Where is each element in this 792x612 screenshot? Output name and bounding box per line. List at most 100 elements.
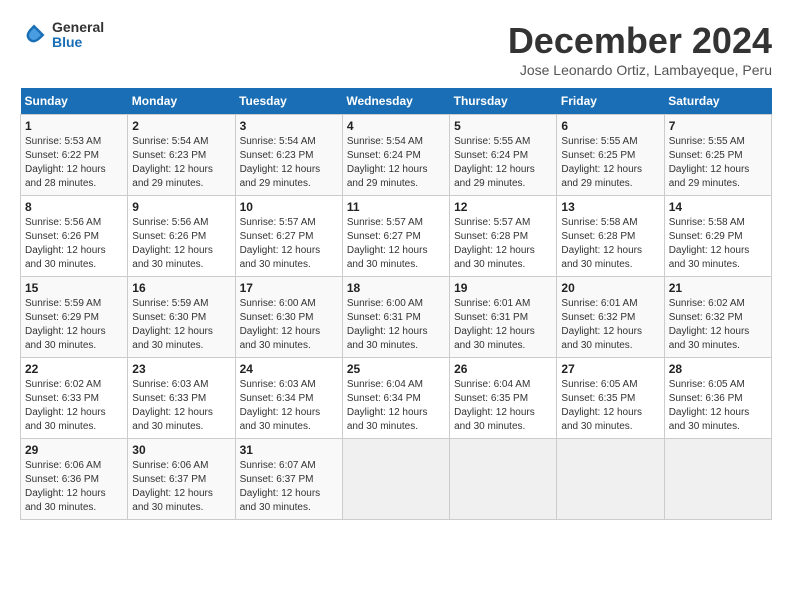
day-number: 21 xyxy=(669,281,767,295)
column-header-thursday: Thursday xyxy=(450,88,557,115)
day-content: Sunrise: 6:04 AMSunset: 6:35 PMDaylight:… xyxy=(454,378,552,434)
day-content: Sunrise: 6:01 AMSunset: 6:31 PMDaylight:… xyxy=(454,297,552,353)
calendar-day: 11 Sunrise: 5:57 AMSunset: 6:27 PMDayligh… xyxy=(342,196,449,277)
day-content: Sunrise: 5:56 AMSunset: 6:26 PMDaylight:… xyxy=(25,216,123,272)
day-number: 25 xyxy=(347,362,445,376)
day-content: Sunrise: 5:54 AMSunset: 6:23 PMDaylight:… xyxy=(132,135,230,191)
day-content: Sunrise: 5:58 AMSunset: 6:28 PMDaylight:… xyxy=(561,216,659,272)
day-content: Sunrise: 5:57 AMSunset: 6:27 PMDaylight:… xyxy=(347,216,445,272)
day-number: 12 xyxy=(454,200,552,214)
logo-general-text: General xyxy=(52,20,104,35)
day-content: Sunrise: 5:54 AMSunset: 6:24 PMDaylight:… xyxy=(347,135,445,191)
calendar-day: 6 Sunrise: 5:55 AMSunset: 6:25 PMDaylight… xyxy=(557,115,664,196)
day-content: Sunrise: 5:54 AMSunset: 6:23 PMDaylight:… xyxy=(240,135,338,191)
calendar-day: 19 Sunrise: 6:01 AMSunset: 6:31 PMDayligh… xyxy=(450,277,557,358)
calendar-day: 28Sunrise: 6:05 AMSunset: 6:36 PMDayligh… xyxy=(664,358,771,439)
header-row: SundayMondayTuesdayWednesdayThursdayFrid… xyxy=(21,88,772,115)
day-content: Sunrise: 5:57 AMSunset: 6:27 PMDaylight:… xyxy=(240,216,338,272)
calendar-day: 29 Sunrise: 6:06 AMSunset: 6:36 PMDayligh… xyxy=(21,439,128,520)
calendar-day: 23Sunrise: 6:03 AMSunset: 6:33 PMDayligh… xyxy=(128,358,235,439)
logo: General Blue xyxy=(20,20,104,51)
title-block: December 2024 Jose Leonardo Ortiz, Lamba… xyxy=(508,20,772,78)
calendar-day: 30 Sunrise: 6:06 AMSunset: 6:37 PMDayligh… xyxy=(128,439,235,520)
calendar-day: 3Sunrise: 5:54 AMSunset: 6:23 PMDaylight… xyxy=(235,115,342,196)
day-content: Sunrise: 5:56 AMSunset: 6:26 PMDaylight:… xyxy=(132,216,230,272)
calendar-day: 12Sunrise: 5:57 AMSunset: 6:28 PMDayligh… xyxy=(450,196,557,277)
calendar-day: 7 Sunrise: 5:55 AMSunset: 6:25 PMDaylight… xyxy=(664,115,771,196)
day-number: 16 xyxy=(132,281,230,295)
logo-icon xyxy=(20,21,48,49)
calendar-day: 5 Sunrise: 5:55 AMSunset: 6:24 PMDaylight… xyxy=(450,115,557,196)
page-header: General Blue December 2024 Jose Leonardo… xyxy=(20,20,772,78)
day-number: 6 xyxy=(561,119,659,133)
calendar-day: 18 Sunrise: 6:00 AMSunset: 6:31 PMDayligh… xyxy=(342,277,449,358)
day-content: Sunrise: 5:59 AMSunset: 6:30 PMDaylight:… xyxy=(132,297,230,353)
calendar-day: 13 Sunrise: 5:58 AMSunset: 6:28 PMDayligh… xyxy=(557,196,664,277)
calendar-week-row: 15Sunrise: 5:59 AMSunset: 6:29 PMDayligh… xyxy=(21,277,772,358)
day-number: 7 xyxy=(669,119,767,133)
day-content: Sunrise: 6:05 AMSunset: 6:36 PMDaylight:… xyxy=(669,378,767,434)
day-content: Sunrise: 6:00 AMSunset: 6:30 PMDaylight:… xyxy=(240,297,338,353)
column-header-tuesday: Tuesday xyxy=(235,88,342,115)
day-content: Sunrise: 5:53 AMSunset: 6:22 PMDaylight:… xyxy=(25,135,123,191)
day-content: Sunrise: 6:00 AMSunset: 6:31 PMDaylight:… xyxy=(347,297,445,353)
day-number: 8 xyxy=(25,200,123,214)
calendar-day: 26 Sunrise: 6:04 AMSunset: 6:35 PMDayligh… xyxy=(450,358,557,439)
calendar-day: 10 Sunrise: 5:57 AMSunset: 6:27 PMDayligh… xyxy=(235,196,342,277)
day-number: 29 xyxy=(25,443,123,457)
day-content: Sunrise: 6:02 AMSunset: 6:33 PMDaylight:… xyxy=(25,378,123,434)
day-number: 22 xyxy=(25,362,123,376)
calendar-day: 16 Sunrise: 5:59 AMSunset: 6:30 PMDayligh… xyxy=(128,277,235,358)
day-number: 20 xyxy=(561,281,659,295)
day-content: Sunrise: 6:03 AMSunset: 6:33 PMDaylight:… xyxy=(132,378,230,434)
calendar-week-row: 22 Sunrise: 6:02 AMSunset: 6:33 PMDayligh… xyxy=(21,358,772,439)
logo-text: General Blue xyxy=(52,20,104,51)
day-number: 14 xyxy=(669,200,767,214)
calendar-day: 15Sunrise: 5:59 AMSunset: 6:29 PMDayligh… xyxy=(21,277,128,358)
day-number: 1 xyxy=(25,119,123,133)
calendar-day: 8 Sunrise: 5:56 AMSunset: 6:26 PMDaylight… xyxy=(21,196,128,277)
day-content: Sunrise: 6:03 AMSunset: 6:34 PMDaylight:… xyxy=(240,378,338,434)
day-content: Sunrise: 5:55 AMSunset: 6:25 PMDaylight:… xyxy=(561,135,659,191)
day-number: 27 xyxy=(561,362,659,376)
day-content: Sunrise: 6:05 AMSunset: 6:35 PMDaylight:… xyxy=(561,378,659,434)
calendar-day xyxy=(450,439,557,520)
column-header-monday: Monday xyxy=(128,88,235,115)
day-content: Sunrise: 5:59 AMSunset: 6:29 PMDaylight:… xyxy=(25,297,123,353)
logo-blue-text: Blue xyxy=(52,35,104,50)
day-content: Sunrise: 5:55 AMSunset: 6:25 PMDaylight:… xyxy=(669,135,767,191)
calendar-day: 2 Sunrise: 5:54 AMSunset: 6:23 PMDaylight… xyxy=(128,115,235,196)
calendar-day: 21 Sunrise: 6:02 AMSunset: 6:32 PMDayligh… xyxy=(664,277,771,358)
day-number: 5 xyxy=(454,119,552,133)
column-header-friday: Friday xyxy=(557,88,664,115)
day-content: Sunrise: 6:01 AMSunset: 6:32 PMDaylight:… xyxy=(561,297,659,353)
day-number: 24 xyxy=(240,362,338,376)
day-content: Sunrise: 6:06 AMSunset: 6:37 PMDaylight:… xyxy=(132,459,230,515)
day-number: 31 xyxy=(240,443,338,457)
calendar-week-row: 29 Sunrise: 6:06 AMSunset: 6:36 PMDayligh… xyxy=(21,439,772,520)
day-number: 10 xyxy=(240,200,338,214)
day-number: 17 xyxy=(240,281,338,295)
month-title: December 2024 xyxy=(508,20,772,62)
calendar-table: SundayMondayTuesdayWednesdayThursdayFrid… xyxy=(20,88,772,520)
day-content: Sunrise: 6:06 AMSunset: 6:36 PMDaylight:… xyxy=(25,459,123,515)
day-number: 19 xyxy=(454,281,552,295)
day-content: Sunrise: 5:58 AMSunset: 6:29 PMDaylight:… xyxy=(669,216,767,272)
day-number: 30 xyxy=(132,443,230,457)
day-number: 18 xyxy=(347,281,445,295)
day-number: 11 xyxy=(347,200,445,214)
day-number: 2 xyxy=(132,119,230,133)
calendar-day xyxy=(342,439,449,520)
calendar-day: 31Sunrise: 6:07 AMSunset: 6:37 PMDayligh… xyxy=(235,439,342,520)
calendar-day: 25Sunrise: 6:04 AMSunset: 6:34 PMDayligh… xyxy=(342,358,449,439)
calendar-day: 1 Sunrise: 5:53 AMSunset: 6:22 PMDaylight… xyxy=(21,115,128,196)
location-subtitle: Jose Leonardo Ortiz, Lambayeque, Peru xyxy=(508,62,772,78)
calendar-day: 9Sunrise: 5:56 AMSunset: 6:26 PMDaylight… xyxy=(128,196,235,277)
day-content: Sunrise: 5:55 AMSunset: 6:24 PMDaylight:… xyxy=(454,135,552,191)
day-content: Sunrise: 6:02 AMSunset: 6:32 PMDaylight:… xyxy=(669,297,767,353)
calendar-week-row: 1 Sunrise: 5:53 AMSunset: 6:22 PMDaylight… xyxy=(21,115,772,196)
calendar-day: 14 Sunrise: 5:58 AMSunset: 6:29 PMDayligh… xyxy=(664,196,771,277)
day-number: 13 xyxy=(561,200,659,214)
day-number: 26 xyxy=(454,362,552,376)
calendar-week-row: 8 Sunrise: 5:56 AMSunset: 6:26 PMDaylight… xyxy=(21,196,772,277)
